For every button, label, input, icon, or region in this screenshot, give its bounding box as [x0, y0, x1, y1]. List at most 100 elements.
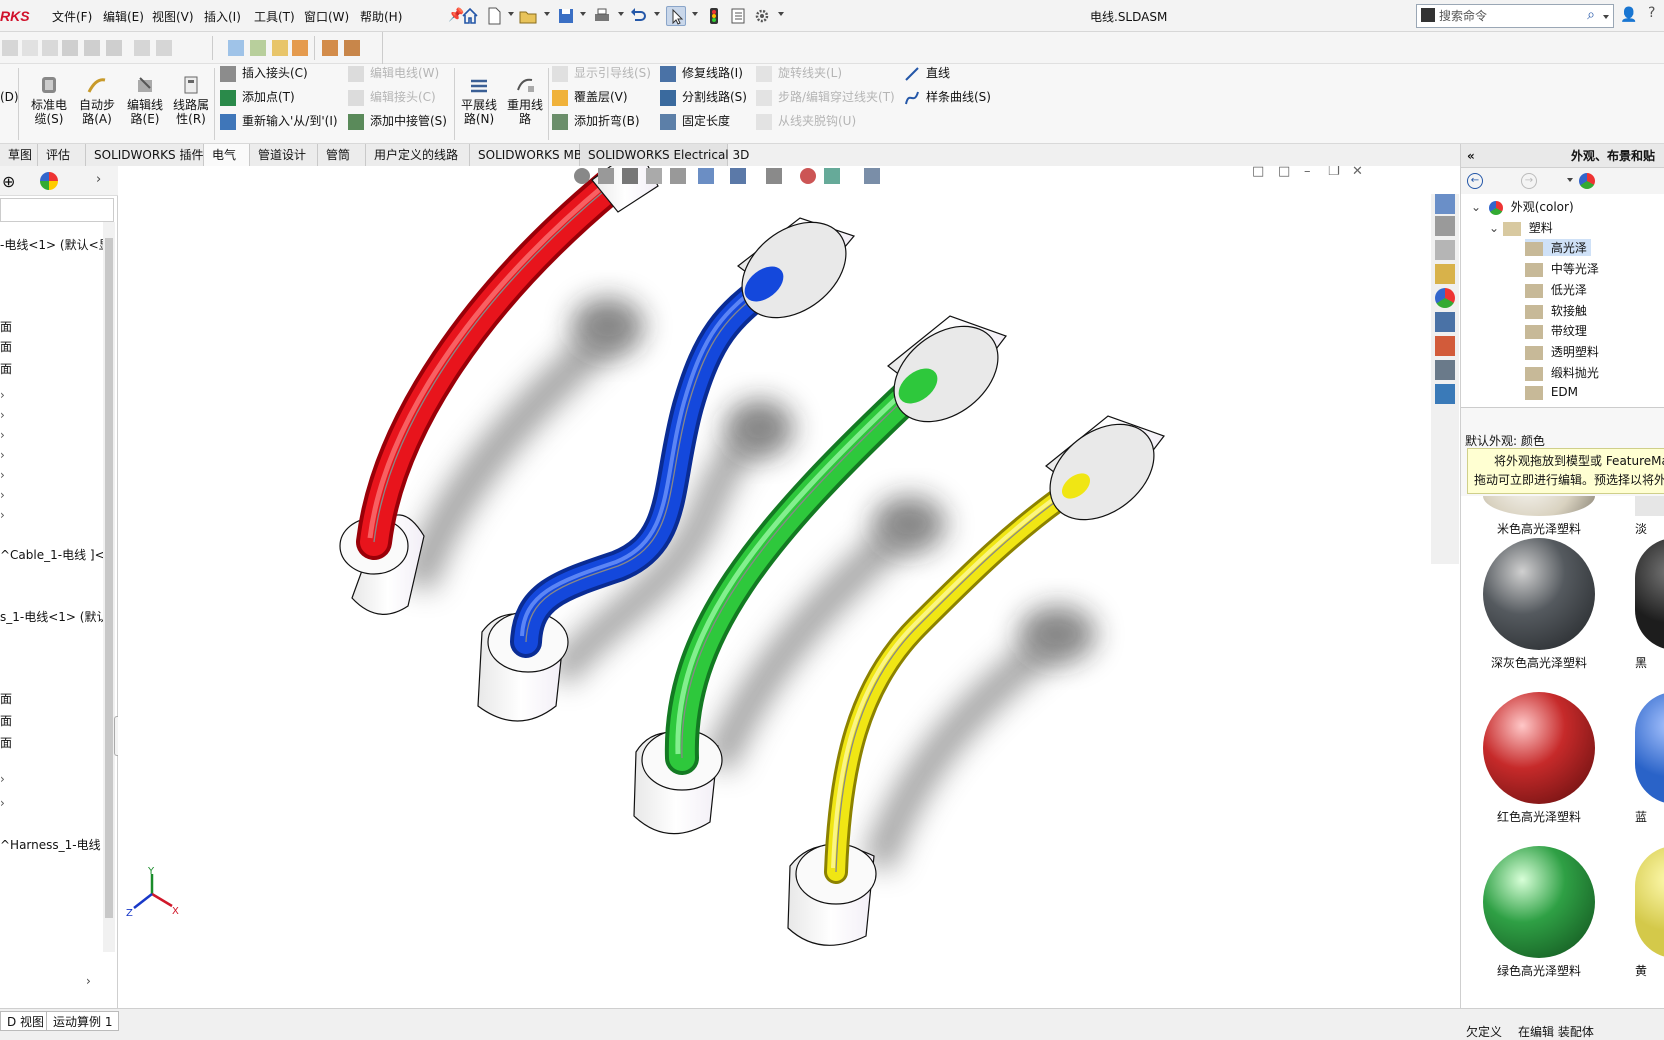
- minimize-icon[interactable]: –: [1304, 166, 1311, 179]
- undo-icon[interactable]: [628, 6, 648, 26]
- add-bend-button[interactable]: 添加折弯(B): [552, 112, 640, 130]
- tab-solidworks-mbd[interactable]: SOLIDWORKS MBD: [470, 144, 591, 166]
- tree-node-appearances[interactable]: ⌄ 外观(color): [1471, 198, 1574, 215]
- spline-button[interactable]: 样条曲线(S): [904, 88, 991, 106]
- tab-sketch[interactable]: 草图: [0, 144, 38, 166]
- file-properties-icon[interactable]: [728, 6, 748, 26]
- tree-node-transparent[interactable]: 透明塑料: [1525, 343, 1599, 360]
- route-through-clip-button[interactable]: 步路/编辑穿过线夹(T): [756, 88, 895, 106]
- swatch-red[interactable]: 红色高光泽塑料: [1483, 692, 1595, 825]
- graphics-viewport[interactable]: Y X Z □ □ – ❐ ✕: [118, 166, 1460, 1008]
- custom-properties-icon[interactable]: [1435, 312, 1455, 332]
- chevron-right-icon[interactable]: ›: [96, 172, 101, 187]
- tile-left-icon[interactable]: □: [1252, 166, 1264, 179]
- chevron-down-icon[interactable]: [508, 12, 514, 16]
- appearance-icon[interactable]: [40, 172, 58, 190]
- chevron-down-icon[interactable]: [544, 12, 550, 16]
- chevron-right-icon[interactable]: ›: [86, 974, 91, 988]
- tree-expander[interactable]: ›: [0, 468, 5, 482]
- toolbar-icon[interactable]: [134, 40, 150, 56]
- menu-help[interactable]: 帮助(H): [360, 8, 402, 25]
- crosshair-icon[interactable]: ⊕: [2, 172, 15, 191]
- tree-item[interactable]: s_1-电线<1> (默认: [0, 608, 108, 625]
- gear-icon[interactable]: [752, 6, 772, 26]
- search-box[interactable]: ⌕: [1416, 4, 1614, 28]
- route-properties-button[interactable]: 线路属 性(R): [170, 74, 212, 126]
- zoom-area-icon[interactable]: [598, 168, 614, 184]
- tree-expander[interactable]: ›: [0, 408, 5, 422]
- chevron-down-icon[interactable]: [618, 12, 624, 16]
- toolbar-icon[interactable]: [42, 40, 58, 56]
- chevron-down-icon[interactable]: [654, 12, 660, 16]
- menu-file[interactable]: 文件(F): [52, 8, 92, 25]
- add-splice-button[interactable]: 添加中接管(S): [348, 112, 447, 130]
- swatch-light[interactable]: 淡: [1635, 496, 1664, 537]
- file-explorer-icon[interactable]: [1435, 240, 1455, 260]
- tree-node-edm[interactable]: EDM: [1525, 385, 1578, 400]
- tree-item[interactable]: 面: [0, 712, 12, 729]
- chevron-down-icon[interactable]: [580, 12, 586, 16]
- tab-solidworks-addins[interactable]: SOLIDWORKS 插件: [86, 144, 204, 166]
- chevron-down-icon[interactable]: [1603, 15, 1609, 19]
- unhook-clip-button[interactable]: 从线夹脱钩(U): [756, 112, 856, 130]
- tab-tubing[interactable]: 管筒: [318, 144, 366, 166]
- apply-scene-icon[interactable]: [824, 168, 840, 184]
- tab-electrical-3d[interactable]: SOLIDWORKS Electrical 3D: [580, 144, 749, 166]
- toolbar-icon[interactable]: [84, 40, 100, 56]
- tree-expander[interactable]: ›: [0, 508, 5, 522]
- toolbar-icon[interactable]: [322, 40, 338, 56]
- tree-node-low-gloss[interactable]: 低光泽: [1525, 281, 1587, 298]
- search-input[interactable]: [1439, 7, 1589, 25]
- collapse-pane-icon[interactable]: «: [1467, 144, 1475, 168]
- tree-filter-input[interactable]: [0, 198, 114, 222]
- open-folder-icon[interactable]: [518, 6, 538, 26]
- tree-item[interactable]: 面: [0, 734, 12, 751]
- appearance-icon[interactable]: [1579, 173, 1595, 189]
- menu-tools[interactable]: 工具(T): [254, 8, 295, 25]
- close-icon[interactable]: ✕: [1352, 166, 1363, 179]
- show-guidelines-button[interactable]: 显示引导线(S): [552, 64, 651, 82]
- covering-button[interactable]: 覆盖层(V): [552, 88, 628, 106]
- chevron-down-icon[interactable]: [778, 12, 784, 16]
- tree-node-textured[interactable]: 带纹理: [1525, 322, 1587, 339]
- tree-node-soft-touch[interactable]: 软接触: [1525, 302, 1587, 319]
- design-library-icon[interactable]: [1435, 216, 1455, 236]
- electrical-library-icon[interactable]: [1435, 360, 1455, 380]
- tab-motion-study[interactable]: 运动算例 1: [46, 1011, 120, 1031]
- edit-route-button[interactable]: 编辑线 路(E): [124, 74, 166, 126]
- tab-evaluate[interactable]: 评估: [38, 144, 86, 166]
- standard-cable-button[interactable]: 标准电 缆(S): [28, 74, 70, 126]
- insert-connector-button[interactable]: 插入接头(C): [220, 64, 308, 82]
- toolbar-icon[interactable]: [22, 40, 38, 56]
- swatch-green[interactable]: 绿色高光泽塑料: [1483, 846, 1595, 979]
- print-icon[interactable]: [592, 6, 612, 26]
- tab-3d-view[interactable]: D 视图: [0, 1011, 52, 1031]
- cable-red[interactable]: [339, 166, 659, 615]
- tree-scrollbar[interactable]: [103, 222, 115, 952]
- save-icon[interactable]: [556, 6, 576, 26]
- menu-view[interactable]: 视图(V): [152, 8, 194, 25]
- flatten-route-button[interactable]: 平展线 路(N): [458, 74, 500, 126]
- view-orientation-icon[interactable]: [698, 168, 714, 184]
- display-style-icon[interactable]: [730, 168, 746, 184]
- chevron-down-icon[interactable]: [692, 12, 698, 16]
- toolbar-icon[interactable]: [272, 40, 288, 56]
- swatch-blue[interactable]: 蓝: [1635, 692, 1664, 825]
- line-button[interactable]: 直线: [904, 64, 950, 82]
- tree-item[interactable]: 面: [0, 318, 12, 335]
- tree-expander[interactable]: ›: [0, 772, 5, 786]
- restore-icon[interactable]: ❐: [1328, 166, 1340, 179]
- swatch-beige[interactable]: 米色高光泽塑料: [1483, 496, 1595, 537]
- rotate-clips-button[interactable]: 旋转线夹(L): [756, 64, 842, 82]
- menu-window[interactable]: 窗口(W): [304, 8, 349, 25]
- hide-show-icon[interactable]: [766, 168, 782, 184]
- tree-expander[interactable]: ›: [0, 796, 5, 810]
- appearances-icon[interactable]: [1435, 288, 1455, 308]
- tree-node-medium-gloss[interactable]: 中等光泽: [1525, 260, 1599, 277]
- tree-expander[interactable]: ›: [0, 428, 5, 442]
- traffic-light-icon[interactable]: [704, 6, 724, 26]
- add-point-button[interactable]: 添加点(T): [220, 88, 295, 106]
- tree-expander[interactable]: ›: [0, 388, 5, 402]
- menu-insert[interactable]: 插入(I): [204, 8, 241, 25]
- view-settings-icon[interactable]: [864, 168, 880, 184]
